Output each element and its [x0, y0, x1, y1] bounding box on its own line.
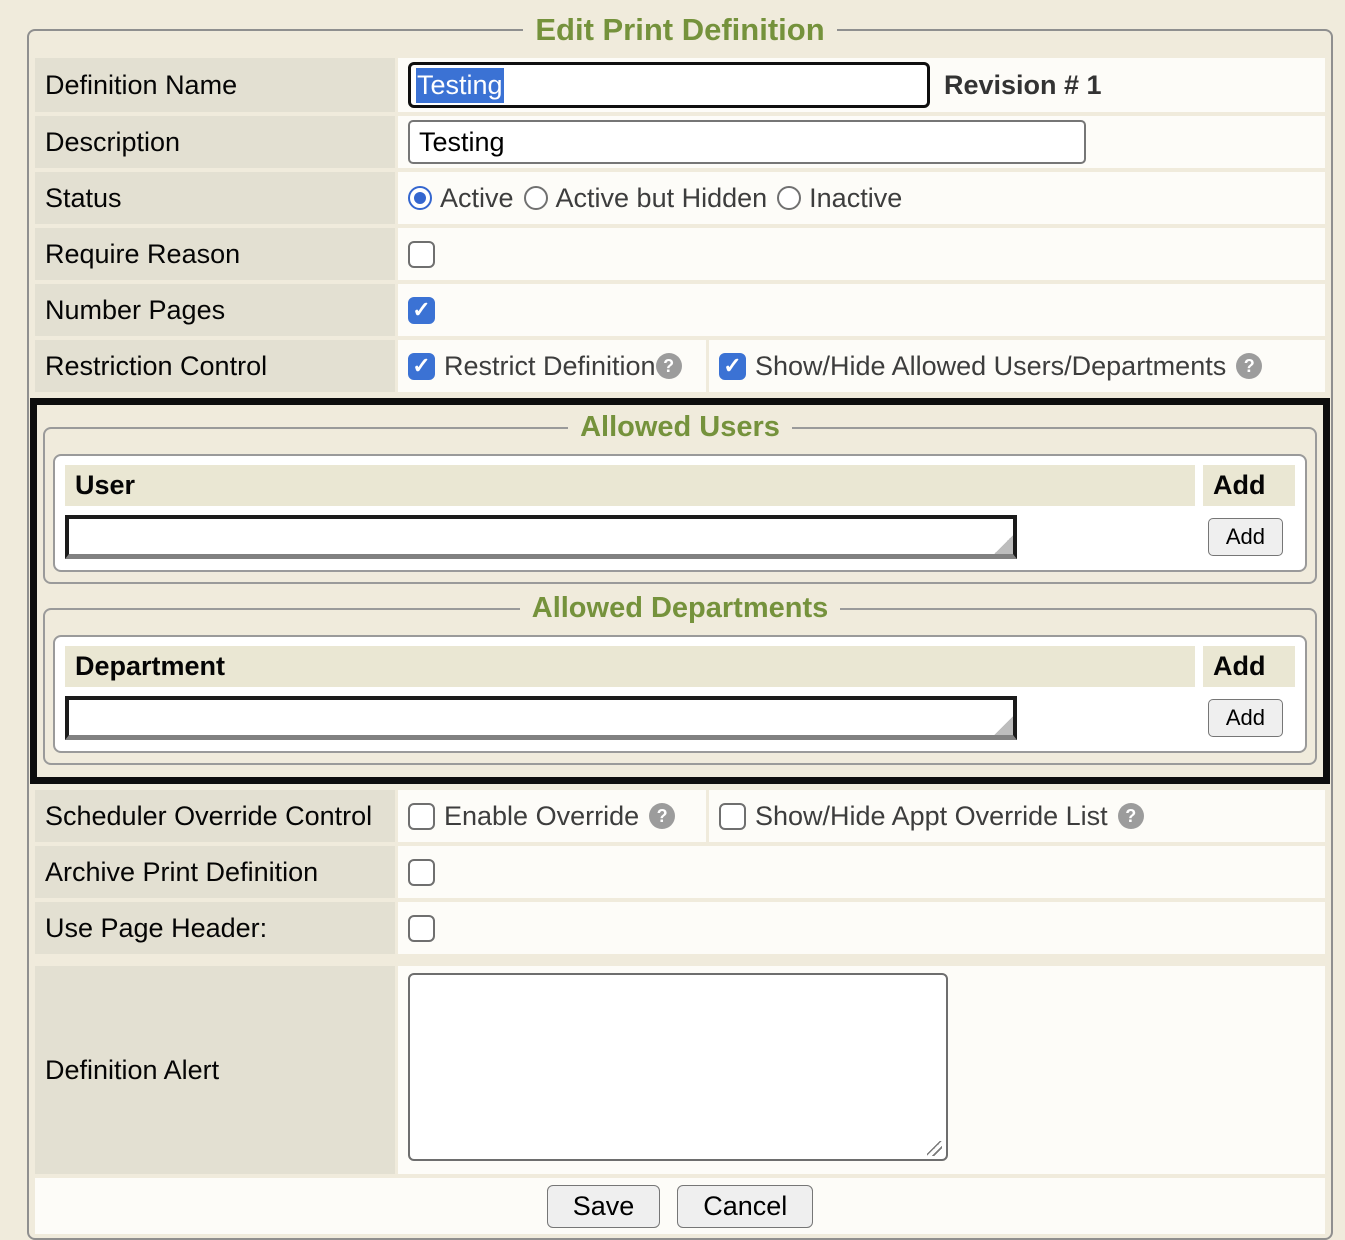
resize-grip-icon[interactable]	[994, 716, 1013, 735]
definition-name-input[interactable]: Testing	[408, 62, 930, 108]
allowed-users-add-button[interactable]: Add	[1208, 518, 1283, 556]
status-inactive-label: Inactive	[809, 183, 902, 214]
show-hide-appt-checkbox[interactable]	[719, 803, 746, 830]
textarea-resize-grip-icon[interactable]	[927, 1141, 942, 1156]
allowed-departments-listbox: Department Add Add	[53, 635, 1307, 753]
definition-alert-textarea[interactable]	[408, 973, 948, 1161]
radio-icon	[777, 186, 801, 210]
restrict-definition-cell: ✓ Restrict Definition ?	[398, 340, 706, 392]
scheduler-override-label: Scheduler Override Control	[35, 790, 395, 842]
form-buttons-row: Save Cancel	[35, 1178, 1325, 1234]
status-active-label: Active	[440, 183, 514, 214]
require-reason-checkbox[interactable]	[408, 241, 435, 268]
allowed-users-fieldset: Allowed Users User Add Add	[43, 411, 1317, 584]
status-label: Status	[35, 172, 395, 224]
allowed-section: Allowed Users User Add Add Allowed Depar	[30, 398, 1330, 784]
allowed-users-input-row: Add	[65, 515, 1295, 559]
show-hide-users-label: Show/Hide Allowed Users/Departments	[755, 351, 1226, 382]
restriction-control-label: Restriction Control	[35, 340, 395, 392]
status-radio-active[interactable]: Active	[408, 183, 514, 214]
allowed-users-select[interactable]	[65, 515, 1017, 559]
row-archive: Archive Print Definition	[35, 846, 1325, 898]
department-add-column-header: Add	[1203, 646, 1295, 687]
number-pages-cell: ✓	[398, 284, 1325, 336]
restrict-definition-label: Restrict Definition	[444, 351, 656, 382]
allowed-departments-input-row: Add	[65, 696, 1295, 740]
status-active-but-hidden-label: Active but Hidden	[556, 183, 768, 214]
show-hide-users-checkbox[interactable]: ✓	[719, 353, 746, 380]
allowed-users-title: Allowed Users	[568, 411, 792, 444]
row-description: Description	[35, 116, 1325, 168]
definition-name-label: Definition Name	[35, 58, 395, 112]
description-cell	[398, 116, 1325, 168]
allowed-users-header-row: User Add	[65, 465, 1295, 506]
allowed-departments-fieldset: Allowed Departments Department Add Add	[43, 592, 1317, 765]
user-column-header: User	[65, 465, 1195, 506]
save-button[interactable]: Save	[547, 1185, 661, 1228]
use-page-header-checkbox[interactable]	[408, 915, 435, 942]
definition-name-cell: Testing Revision # 1	[398, 58, 1325, 112]
number-pages-label: Number Pages	[35, 284, 395, 336]
page: Edit Print Definition Definition Name Te…	[0, 0, 1345, 1240]
row-definition-name: Definition Name Testing Revision # 1	[35, 58, 1325, 112]
require-reason-cell	[398, 228, 1325, 280]
archive-label: Archive Print Definition	[35, 846, 395, 898]
row-require-reason: Require Reason	[35, 228, 1325, 280]
row-status: Status Active Active but Hidden Inactive	[35, 172, 1325, 224]
row-use-page-header: Use Page Header:	[35, 902, 1325, 954]
number-pages-checkbox[interactable]: ✓	[408, 297, 435, 324]
restrict-definition-help-icon[interactable]: ?	[656, 353, 682, 379]
page-title: Edit Print Definition	[523, 12, 836, 48]
archive-checkbox[interactable]	[408, 859, 435, 886]
definition-name-value: Testing	[416, 68, 504, 103]
radio-icon	[524, 186, 548, 210]
row-scheduler-override: Scheduler Override Control Enable Overri…	[35, 790, 1325, 842]
use-page-header-cell	[398, 902, 1325, 954]
resize-grip-icon[interactable]	[994, 535, 1013, 554]
allowed-departments-title: Allowed Departments	[520, 592, 841, 625]
show-hide-appt-cell: Show/Hide Appt Override List ?	[709, 790, 1325, 842]
archive-cell	[398, 846, 1325, 898]
enable-override-label: Enable Override	[444, 801, 639, 832]
row-definition-alert: Definition Alert	[35, 966, 1325, 1174]
show-hide-users-help-icon[interactable]: ?	[1236, 353, 1262, 379]
show-hide-appt-label: Show/Hide Appt Override List	[755, 801, 1108, 832]
description-input[interactable]	[408, 120, 1086, 164]
description-label: Description	[35, 116, 395, 168]
definition-alert-label: Definition Alert	[35, 966, 395, 1174]
show-hide-users-cell: ✓ Show/Hide Allowed Users/Departments ?	[709, 340, 1325, 392]
allowed-departments-add-button[interactable]: Add	[1208, 699, 1283, 737]
definition-alert-cell	[398, 966, 1325, 1174]
status-radio-active-but-hidden[interactable]: Active but Hidden	[524, 183, 768, 214]
enable-override-cell: Enable Override ?	[398, 790, 706, 842]
cancel-button[interactable]: Cancel	[677, 1185, 813, 1228]
allowed-departments-header-row: Department Add	[65, 646, 1295, 687]
user-add-column-header: Add	[1203, 465, 1295, 506]
status-cell: Active Active but Hidden Inactive	[398, 172, 1325, 224]
restrict-definition-checkbox[interactable]: ✓	[408, 353, 435, 380]
row-restriction-control: Restriction Control ✓ Restrict Definitio…	[35, 340, 1325, 392]
row-number-pages: Number Pages ✓	[35, 284, 1325, 336]
show-hide-appt-help-icon[interactable]: ?	[1118, 803, 1144, 829]
enable-override-help-icon[interactable]: ?	[649, 803, 675, 829]
form-grid: Definition Name Testing Revision # 1 Des…	[35, 58, 1325, 1234]
status-radio-inactive[interactable]: Inactive	[777, 183, 902, 214]
department-column-header: Department	[65, 646, 1195, 687]
require-reason-label: Require Reason	[35, 228, 395, 280]
use-page-header-label: Use Page Header:	[35, 902, 395, 954]
enable-override-checkbox[interactable]	[408, 803, 435, 830]
allowed-departments-select[interactable]	[65, 696, 1017, 740]
edit-print-definition-fieldset: Edit Print Definition Definition Name Te…	[27, 12, 1333, 1240]
revision-label: Revision # 1	[944, 70, 1102, 101]
radio-selected-icon	[408, 186, 432, 210]
allowed-users-listbox: User Add Add	[53, 454, 1307, 572]
